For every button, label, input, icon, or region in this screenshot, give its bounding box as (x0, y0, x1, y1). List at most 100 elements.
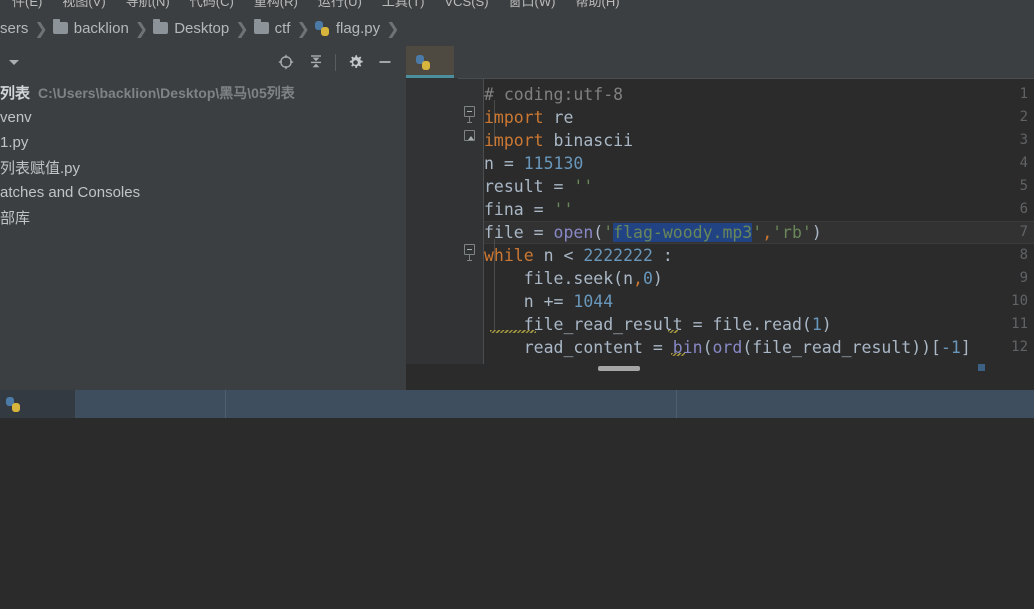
line-number-1: 1 (1019, 86, 1028, 102)
menu-bar[interactable]: 件(E) 视图(V) 导航(N) 代码(C) 重构(R) 运行(U) 工具(T) VCS(S)… (0, 0, 1034, 13)
gear-icon[interactable] (340, 47, 370, 77)
console-line-hex (0, 451, 1034, 476)
run-tabbar-divider (225, 390, 226, 418)
menu-item-8[interactable]: 窗口(W) (499, 0, 566, 13)
tree-item-path: C:\Users\backlion\Desktop\黑马\05列表 (38, 84, 295, 101)
code-line-12[interactable]: read_content = bin(ord(file_read_result)… (484, 336, 971, 359)
tree-item-label: atches and Consoles (0, 184, 141, 201)
menu-item-5[interactable]: 运行(U) (308, 0, 372, 13)
console-output[interactable] (0, 418, 1034, 609)
code-line-4[interactable]: n = 115130 (484, 152, 583, 175)
breadcrumb-label: backlion (73, 19, 129, 37)
code-line-5[interactable]: result = '' (484, 175, 593, 198)
breadcrumb-separator: ❯ (386, 18, 400, 38)
menu-item-0[interactable]: 件(E) (2, 0, 52, 13)
project-tool-window-header (0, 46, 406, 78)
breadcrumb-separator: ❯ (134, 18, 149, 38)
breadcrumb-item-3[interactable]: ctf (253, 14, 291, 42)
tree-item-label: 1.py (0, 134, 29, 151)
breadcrumb-separator: ❯ (296, 18, 310, 38)
menu-item-3[interactable]: 代码(C) (180, 0, 244, 13)
tool-window-actions (271, 47, 406, 77)
tree-item-2[interactable]: 1.py (0, 130, 406, 155)
breadcrumb-item-0[interactable]: sers (0, 14, 28, 42)
tree-item-4[interactable]: atches and Consoles (0, 180, 406, 205)
line-number-4: 4 (1019, 155, 1028, 171)
code-line-9[interactable]: file.seek(n,0) (484, 267, 663, 290)
folder-icon (253, 19, 269, 34)
code-line-6[interactable]: fina = '' (484, 198, 573, 221)
folder-icon (52, 19, 68, 34)
tree-item-1[interactable]: venv (0, 105, 406, 130)
breadcrumb: sers ❯ backlion ❯ Desktop ❯ ctf ❯ flag.py ❯ (0, 14, 1034, 42)
editor-top-divider (458, 78, 1034, 79)
breadcrumb-label: ctf (274, 19, 291, 37)
breadcrumb-label: Desktop (174, 19, 230, 37)
python-file-icon (416, 54, 431, 70)
folder-icon (153, 19, 169, 34)
python-file-icon (314, 20, 330, 36)
fold-gutter[interactable] (458, 78, 484, 390)
console-exit-status (0, 492, 1034, 517)
breadcrumb-separator: ❯ (235, 18, 249, 38)
breadcrumb-label: flag.py (335, 19, 381, 37)
breadcrumb-label: sers (0, 19, 29, 37)
menu-item-7[interactable]: VCS(S) (434, 0, 498, 13)
menu-item-1[interactable]: 视图(V) (52, 0, 115, 13)
error-stripe-mark[interactable] (978, 364, 985, 371)
collapse-all-icon[interactable] (301, 47, 331, 77)
code-line-7[interactable]: file = open('flag-woody.mp3','rb') (484, 221, 822, 244)
run-tabbar-divider (676, 390, 677, 418)
breadcrumb-separator: ❯ (34, 18, 48, 38)
line-number-5: 5 (1019, 178, 1028, 194)
run-tab-flag[interactable] (0, 390, 75, 418)
line-number-11: 11 (1011, 316, 1028, 332)
editor-hscrollbar-thumb[interactable] (598, 366, 640, 371)
breadcrumb-item-1[interactable]: backlion (52, 14, 129, 42)
minimize-icon[interactable] (370, 47, 400, 77)
tree-item-0[interactable]: 列表 C:\Users\backlion\Desktop\黑马\05列表 (0, 80, 406, 105)
code-line-11[interactable]: file_read_result = file.read(1) (484, 313, 832, 336)
breadcrumb-item-4[interactable]: flag.py (314, 14, 381, 42)
fold-marker-line-2[interactable] (464, 106, 475, 123)
menu-item-2[interactable]: 导航(N) (116, 0, 180, 13)
menu-item-4[interactable]: 重构(R) (244, 0, 308, 13)
breadcrumb-item-2[interactable]: Desktop (153, 14, 229, 42)
toolbar-divider (335, 53, 336, 71)
line-number-10: 10 (1011, 293, 1028, 309)
code-line-2[interactable]: import re (484, 106, 573, 129)
line-number-gutter (406, 78, 458, 390)
console-line-command (0, 426, 1034, 451)
tab-flag-py[interactable] (406, 46, 454, 78)
project-tree[interactable]: 列表 C:\Users\backlion\Desktop\黑马\05列表 venv 1… (0, 78, 406, 390)
code-line-10[interactable]: n += 1044 (484, 290, 613, 313)
line-number-3: 3 (1019, 132, 1028, 148)
editor-bottom-filler (406, 373, 1034, 390)
tree-item-label: 列表赋值.py (0, 160, 81, 177)
python-file-icon (6, 396, 21, 412)
tree-item-3[interactable]: 列表赋值.py (0, 155, 406, 180)
code-line-1[interactable]: # coding:utf-8 (484, 83, 623, 106)
chevron-down-icon[interactable] (9, 59, 19, 65)
run-tool-window-tabbar (0, 390, 1034, 418)
line-number-8: 8 (1019, 247, 1028, 263)
line-number-12: 12 (1011, 339, 1028, 355)
line-number-9: 9 (1019, 270, 1028, 286)
code-line-3[interactable]: import binascii (484, 129, 633, 152)
tree-item-label: venv (0, 109, 32, 126)
editor-hscrollbar-track[interactable] (406, 364, 1034, 373)
tree-item-label: 列表 (0, 85, 31, 102)
line-number-7: 7 (1019, 224, 1028, 240)
locate-icon[interactable] (271, 47, 301, 77)
menu-item-9[interactable]: 帮助(H) (565, 0, 629, 13)
code-line-8[interactable]: while n < 2222222 : (484, 244, 673, 267)
menu-item-6[interactable]: 工具(T) (372, 0, 435, 13)
line-number-2: 2 (1019, 109, 1028, 125)
fold-end-marker-line-3[interactable] (464, 130, 475, 141)
code-editor[interactable]: # coding:utf-8 import re import binascii n … (406, 78, 1034, 390)
line-number-6: 6 (1019, 201, 1028, 217)
tree-item-5[interactable]: 部库 (0, 205, 406, 230)
fold-marker-line-8[interactable] (464, 244, 475, 261)
tree-item-label: 部库 (0, 210, 31, 227)
